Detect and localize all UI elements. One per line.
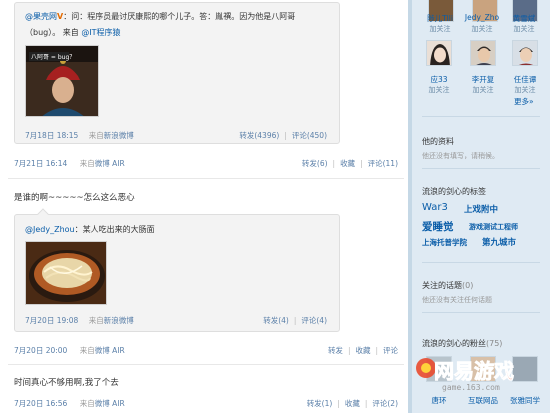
favorite-link[interactable]: 收藏 — [345, 399, 360, 408]
friend-avatar[interactable] — [470, 40, 496, 66]
topics-empty-note: 他还没有关注任何话题 — [422, 296, 492, 304]
quoted-post-2-text: @Jedy_Zhou：某人吃出来的大肠面 — [25, 225, 155, 234]
post-via-link[interactable]: 微博 AIR — [95, 399, 125, 408]
fan-name[interactable]: 张雅同学 — [503, 395, 547, 406]
post-via-link[interactable]: 微博 AIR — [95, 159, 125, 168]
follow-link[interactable]: 加关注 — [461, 85, 505, 95]
netease-game-watermark: 网易游戏 game.163.com — [412, 354, 530, 396]
friend-face — [513, 41, 537, 65]
post-date-link[interactable]: 7月20日 16:56 — [14, 399, 67, 408]
friend-avatar[interactable] — [426, 40, 452, 66]
post-3-meta: 7月20日 16:56 来自微博 AIR — [14, 399, 125, 408]
post-2-meta: 7月20日 20:00 来自微博 AIR — [14, 346, 125, 355]
post-image-thumbnail[interactable]: 八阿哥 = bug？ — [25, 45, 99, 117]
comment-link[interactable]: 评论(2) — [372, 399, 398, 408]
post-date-link[interactable]: 7月21日 16:14 — [14, 159, 67, 168]
quoted-post-1: @果壳网V：问：程序员最讨厌康熙的哪个儿子。答：胤禩。因为他是八阿哥 （bug）… — [14, 2, 340, 144]
quote-meta: 7月18日 18:15 来自新浪微博 — [25, 131, 134, 140]
post-date-link[interactable]: 7月20日 20:00 — [14, 346, 67, 355]
repost-link[interactable]: 转发(6) — [302, 159, 328, 168]
quote-actions: 转发(4396) | 评论(450) — [239, 131, 327, 140]
fans-section-title: 流浪的剑心的粉丝(75) — [422, 339, 503, 348]
quote-comment-link[interactable]: 评论(4) — [301, 316, 327, 325]
friend-face — [471, 41, 495, 65]
post-2-text: 是谁的啊~~~~~怎么这么恶心 — [14, 193, 135, 203]
repost-link[interactable]: 转发 — [328, 346, 343, 355]
tags-section-title: 流浪的剑心的标签 — [422, 187, 486, 196]
section-divider — [422, 262, 540, 263]
tag-link[interactable]: 上戏附中 — [464, 203, 498, 215]
qing-prince-photo: 八阿哥 = bug？ — [26, 46, 98, 116]
comment-link[interactable]: 评论 — [383, 346, 398, 355]
quote-actions: 转发(4) | 评论(4) — [263, 316, 327, 325]
friend-name[interactable]: 李开复 — [461, 74, 505, 85]
quote-user-link[interactable]: @Jedy_Zhou — [25, 225, 75, 234]
favorite-link[interactable]: 收藏 — [340, 159, 355, 168]
section-divider — [422, 168, 540, 169]
tag-link[interactable]: 游戏测试工程师 — [469, 222, 518, 232]
image-caption: 八阿哥 = bug？ — [31, 53, 75, 61]
tag-link[interactable]: War3 — [422, 202, 448, 213]
quoted-post-1-text: @果壳网V：问：程序员最讨厌康熙的哪个儿子。答：胤禩。因为他是八阿哥 （bug）… — [25, 12, 296, 37]
quote-comment-link[interactable]: 评论(450) — [292, 131, 327, 140]
post-1-meta: 7月21日 16:14 来自微博 AIR — [14, 159, 125, 168]
section-divider — [422, 312, 540, 313]
fan-name[interactable]: 唐环 — [417, 395, 461, 406]
tag-link[interactable]: 上海托普学院 — [422, 237, 467, 248]
favorite-link[interactable]: 收藏 — [355, 346, 370, 355]
profile-empty-note: 他还没有填写，请稍候。 — [422, 152, 499, 160]
sidebar-border — [408, 0, 412, 413]
profile-sidebar: 陟儿Tlli Jedy_Zho 黄雪斌 加关注 加关注 加关注 应33 李开复 … — [408, 0, 550, 413]
quote-repost-link[interactable]: 转发(4) — [263, 316, 289, 325]
quote-date-link[interactable]: 7月18日 18:15 — [25, 131, 78, 140]
friend-face — [427, 41, 451, 65]
noodle-bowl-photo — [26, 242, 106, 304]
post-via-link[interactable]: 微博 AIR — [95, 346, 125, 355]
quote-user-link[interactable]: @果壳网 — [25, 12, 57, 21]
friend-name[interactable]: 黄雪斌 — [502, 13, 546, 24]
quote-date-link[interactable]: 7月20日 19:08 — [25, 316, 78, 325]
more-friends-link[interactable]: 更多» — [514, 96, 534, 107]
friend-name[interactable]: 应33 — [417, 74, 461, 85]
friend-avatar[interactable] — [512, 40, 538, 66]
quoted-post-2: @Jedy_Zhou：某人吃出来的大肠面 7月20日 19:08 来自新浪微博 … — [14, 208, 340, 332]
post-divider — [8, 178, 404, 179]
friend-name[interactable]: 任佳谭 — [503, 74, 547, 85]
repost-link[interactable]: 转发(1) — [307, 399, 333, 408]
tag-link[interactable]: 第九城市 — [482, 236, 516, 248]
section-divider — [422, 116, 540, 117]
watermark-logo: 网易游戏 game.163.com — [416, 358, 514, 392]
weibo-feed: @果壳网V：问：程序员最讨厌康熙的哪个儿子。答：胤禩。因为他是八阿哥 （bug）… — [0, 0, 408, 413]
quote-meta: 7月20日 19:08 来自新浪微博 — [25, 316, 134, 325]
topics-section-title: 关注的话题(0) — [422, 281, 474, 290]
watermark-url: game.163.com — [442, 383, 500, 392]
source-user-link[interactable]: @IT程序猿 — [81, 28, 120, 37]
watermark-title: 网易游戏 — [434, 359, 514, 383]
follow-link[interactable]: 加关注 — [502, 24, 546, 34]
post-divider — [8, 364, 404, 365]
follow-link[interactable]: 加关注 — [418, 24, 462, 34]
fan-name[interactable]: 互联网品 — [461, 395, 505, 406]
quote-repost-link[interactable]: 转发(4396) — [239, 131, 279, 140]
friend-name[interactable]: Jedy_Zho — [460, 13, 504, 22]
tag-link[interactable]: 爱睡觉 — [422, 219, 454, 234]
follow-link[interactable]: 加关注 — [503, 85, 547, 95]
friend-name[interactable]: 陟儿Tlli — [418, 13, 462, 24]
profile-section-title: 他的资料 — [422, 137, 454, 146]
quote-via-link[interactable]: 新浪微博 — [104, 131, 134, 140]
post-2-actions: 转发 | 收藏 | 评论 — [327, 346, 398, 355]
follow-link[interactable]: 加关注 — [460, 24, 504, 34]
follow-link[interactable]: 加关注 — [417, 85, 461, 95]
quote-via-link[interactable]: 新浪微博 — [104, 316, 134, 325]
post-1-actions: 转发(6) | 收藏 | 评论(11) — [301, 159, 398, 168]
post-3-actions: 转发(1) | 收藏 | 评论(2) — [306, 399, 398, 408]
post-image-thumbnail[interactable] — [25, 241, 107, 305]
post-3-text: 时间真心不够用啊,我了个去 — [14, 378, 119, 388]
quote-caret — [37, 208, 49, 220]
comment-link[interactable]: 评论(11) — [368, 159, 398, 168]
